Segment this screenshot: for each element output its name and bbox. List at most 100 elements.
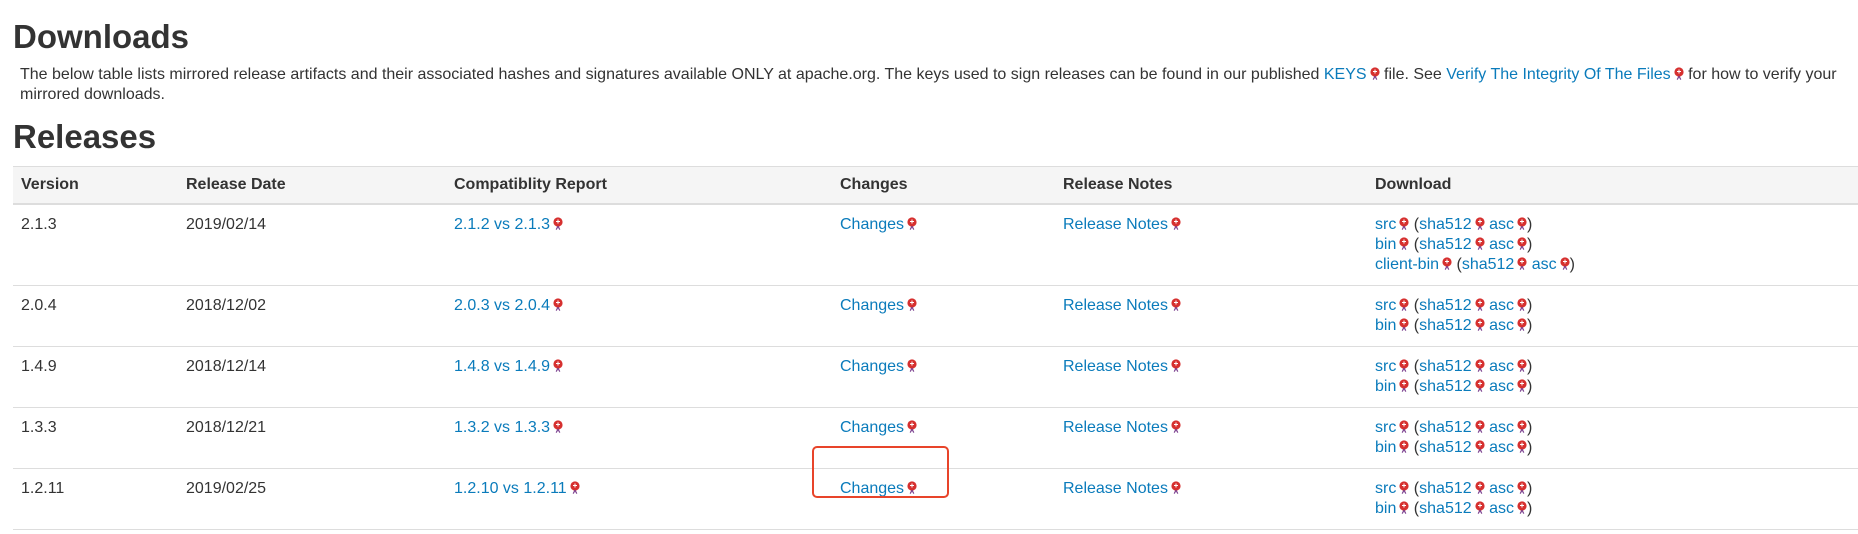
compat-report-link[interactable]: 2.1.2 vs 2.1.3 [454, 216, 550, 233]
release-notes-link[interactable]: Release Notes [1063, 480, 1168, 497]
external-link-icon [907, 481, 917, 494]
sha512-link[interactable]: sha512 [1419, 216, 1472, 233]
download-line: bin (sha512 asc) [1375, 439, 1533, 456]
download-artifact-link[interactable]: bin [1375, 378, 1396, 395]
asc-link[interactable]: asc [1489, 439, 1514, 456]
asc-link[interactable]: asc [1489, 500, 1514, 517]
external-link-icon [1517, 217, 1527, 230]
external-link-icon [1517, 298, 1527, 311]
download-artifact-link[interactable]: src [1375, 358, 1396, 375]
download-artifact-link[interactable]: bin [1375, 236, 1396, 253]
download-cell: src (sha512 asc) bin (sha512 asc) [1367, 407, 1858, 469]
sha512-link[interactable]: sha512 [1419, 358, 1472, 375]
compat-report-link[interactable]: 1.2.10 vs 1.2.11 [454, 480, 567, 497]
download-line: src (sha512 asc) [1375, 216, 1533, 233]
changes-link[interactable]: Changes [840, 358, 904, 375]
release-rows: 2.1.3 2019/02/14 2.1.2 vs 2.1.3 Changes Rele… [13, 204, 1858, 530]
external-link-icon [1475, 501, 1485, 514]
compat-report-link[interactable]: 2.0.3 vs 2.0.4 [454, 297, 550, 314]
releases-heading: Releases [13, 118, 157, 155]
table-row: 2.0.4 2018/12/02 2.0.3 vs 2.0.4 Changes Rele… [13, 285, 1858, 347]
keys-link[interactable]: KEYS [1324, 66, 1367, 83]
changes-link[interactable]: Changes [840, 480, 904, 497]
sha512-link[interactable]: sha512 [1419, 317, 1472, 334]
external-link-icon [1517, 481, 1527, 494]
asc-link[interactable]: asc [1489, 419, 1514, 436]
asc-link[interactable]: asc [1489, 216, 1514, 233]
changes-link[interactable]: Changes [840, 419, 904, 436]
external-link-icon [1399, 379, 1409, 392]
external-link-icon [570, 481, 580, 494]
column-header-compat-report: Compatiblity Report [446, 166, 832, 205]
release-notes-cell: Release Notes [1055, 468, 1367, 530]
external-link-icon [1517, 318, 1527, 331]
release-notes-cell: Release Notes [1055, 346, 1367, 408]
external-link-icon [1475, 481, 1485, 494]
release-notes-link[interactable]: Release Notes [1063, 358, 1168, 375]
changes-link[interactable]: Changes [840, 297, 904, 314]
sha512-link[interactable]: sha512 [1462, 256, 1515, 273]
download-artifact-link[interactable]: client-bin [1375, 256, 1439, 273]
external-link-icon [1475, 359, 1485, 372]
external-link-icon [1475, 217, 1485, 230]
sha512-link[interactable]: sha512 [1419, 439, 1472, 456]
release-notes-link[interactable]: Release Notes [1063, 297, 1168, 314]
version-cell: 2.1.3 [13, 204, 178, 286]
sha512-link[interactable]: sha512 [1419, 500, 1472, 517]
sha512-link[interactable]: sha512 [1419, 297, 1472, 314]
external-link-icon [1399, 420, 1409, 433]
external-link-icon [1171, 420, 1181, 433]
compat-report-cell: 1.2.10 vs 1.2.11 [446, 468, 832, 530]
external-link-icon [1442, 257, 1452, 270]
release-notes-link[interactable]: Release Notes [1063, 419, 1168, 436]
download-line: src (sha512 asc) [1375, 480, 1533, 497]
external-link-icon [1674, 67, 1684, 80]
changes-cell: Changes [832, 407, 1055, 469]
download-artifact-link[interactable]: src [1375, 216, 1396, 233]
download-artifact-link[interactable]: bin [1375, 439, 1396, 456]
download-cell: src (sha512 asc) bin (sha512 asc) client-b… [1367, 204, 1858, 286]
release-date-cell: 2019/02/25 [178, 468, 446, 530]
external-link-icon [1399, 298, 1409, 311]
column-header-release-date: Release Date [178, 166, 446, 205]
compat-report-link[interactable]: 1.3.2 vs 1.3.3 [454, 419, 550, 436]
sha512-link[interactable]: sha512 [1419, 236, 1472, 253]
external-link-icon [907, 298, 917, 311]
version-cell: 1.3.3 [13, 407, 178, 469]
changes-link[interactable]: Changes [840, 216, 904, 233]
column-header-download: Download [1367, 166, 1858, 205]
asc-link[interactable]: asc [1489, 358, 1514, 375]
sha512-link[interactable]: sha512 [1419, 419, 1472, 436]
asc-link[interactable]: asc [1532, 256, 1557, 273]
external-link-icon [1171, 217, 1181, 230]
sha512-link[interactable]: sha512 [1419, 480, 1472, 497]
release-notes-link[interactable]: Release Notes [1063, 216, 1168, 233]
external-link-icon [907, 420, 917, 433]
table-row: 1.4.9 2018/12/14 1.4.8 vs 1.4.9 Changes Rele… [13, 346, 1858, 408]
changes-cell: Changes [832, 346, 1055, 408]
download-artifact-link[interactable]: bin [1375, 317, 1396, 334]
download-artifact-link[interactable]: src [1375, 419, 1396, 436]
asc-link[interactable]: asc [1489, 378, 1514, 395]
download-artifact-link[interactable]: src [1375, 297, 1396, 314]
external-link-icon [1517, 257, 1527, 270]
asc-link[interactable]: asc [1489, 317, 1514, 334]
download-cell: src (sha512 asc) bin (sha512 asc) [1367, 285, 1858, 347]
sha512-link[interactable]: sha512 [1419, 378, 1472, 395]
external-link-icon [1399, 440, 1409, 453]
asc-link[interactable]: asc [1489, 480, 1514, 497]
download-artifact-link[interactable]: src [1375, 480, 1396, 497]
asc-link[interactable]: asc [1489, 236, 1514, 253]
changes-cell: Changes [832, 204, 1055, 286]
asc-link[interactable]: asc [1489, 297, 1514, 314]
download-line: bin (sha512 asc) [1375, 236, 1533, 253]
compat-report-link[interactable]: 1.4.8 vs 1.4.9 [454, 358, 550, 375]
external-link-icon [1399, 217, 1409, 230]
download-artifact-link[interactable]: bin [1375, 500, 1396, 517]
external-link-icon [1171, 481, 1181, 494]
verify-integrity-link[interactable]: Verify The Integrity Of The Files [1446, 66, 1670, 83]
external-link-icon [1399, 359, 1409, 372]
version-cell: 1.4.9 [13, 346, 178, 408]
column-header-version: Version [13, 166, 178, 205]
compat-report-cell: 1.3.2 vs 1.3.3 [446, 407, 832, 469]
